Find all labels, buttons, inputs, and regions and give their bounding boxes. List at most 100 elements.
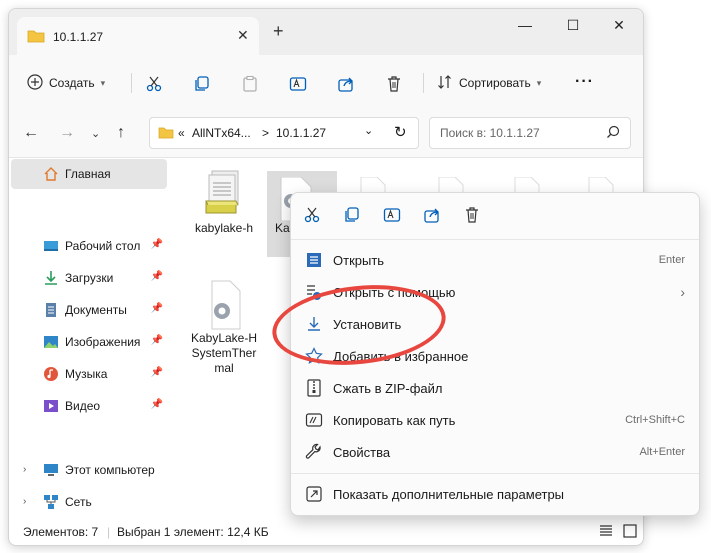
tiles-view-icon[interactable] (623, 524, 637, 541)
cut-icon[interactable] (303, 206, 323, 226)
navigation-pane: Главная Рабочий стол 📌 Загрузки 📌 Докуме… (9, 157, 171, 517)
breadcrumb-overflow[interactable]: « (178, 126, 185, 140)
sidebar-item-label: Видео (65, 399, 101, 413)
sidebar-item-this-pc[interactable]: › Этот компьютер (11, 455, 167, 485)
pin-icon[interactable]: 📌 (151, 271, 163, 282)
desktop-icon (43, 238, 59, 254)
rename-icon[interactable] (383, 206, 403, 226)
share-icon[interactable] (423, 206, 443, 226)
address-bar[interactable]: « AllNTx64... > 10.1.1.27 ⌄ ↻ (149, 117, 419, 149)
status-divider: | (107, 525, 111, 539)
sidebar-item-home[interactable]: Главная (11, 159, 167, 189)
sidebar-item-videos[interactable]: Видео 📌 (11, 391, 167, 421)
cut-icon[interactable] (145, 75, 163, 96)
sidebar-item-pictures[interactable]: Изображения 📌 (11, 327, 167, 357)
search-icon[interactable] (606, 125, 620, 142)
tab-title: 10.1.1.27 (53, 30, 104, 44)
menu-item-label: Открыть (333, 252, 385, 268)
toolbar-divider (423, 73, 424, 93)
document-icon (43, 302, 59, 318)
sidebar-item-label: Рабочий стол (65, 239, 141, 253)
details-view-icon[interactable] (599, 525, 613, 540)
setup-information-icon (200, 167, 248, 221)
context-menu-quick-actions (291, 193, 699, 240)
create-button[interactable]: Создать ▾ (27, 70, 105, 96)
rename-icon[interactable] (289, 75, 307, 96)
sort-label: Сортировать (459, 76, 531, 90)
sidebar-item-label: Загрузки (65, 271, 114, 285)
address-history-chevron-icon[interactable]: ⌄ (364, 124, 373, 137)
breadcrumb-segment[interactable]: AllNTx64... (192, 126, 251, 140)
expand-chevron-icon[interactable]: › (23, 496, 26, 507)
expand-chevron-icon[interactable]: › (23, 464, 26, 475)
share-icon[interactable] (337, 75, 355, 96)
menu-item-open[interactable]: Открыть Enter (291, 244, 699, 276)
pin-icon[interactable]: 📌 (151, 303, 163, 314)
open-icon (305, 251, 323, 269)
file-item[interactable]: kabylake-h (189, 167, 259, 236)
zip-icon (305, 379, 323, 397)
title-bar: 10.1.1.27 ✕ + — ☐ ✕ (9, 9, 643, 55)
wrench-icon (305, 443, 323, 461)
menu-item-properties[interactable]: Свойства Alt+Enter (291, 436, 699, 468)
menu-item-show-more-options[interactable]: Показать дополнительные параметры (291, 478, 699, 510)
tab-current-folder[interactable]: 10.1.1.27 ✕ (17, 17, 259, 55)
copy-icon[interactable] (343, 206, 363, 226)
pin-icon[interactable]: 📌 (151, 335, 163, 346)
menu-item-copy-as-path[interactable]: Копировать как путь Ctrl+Shift+C (291, 404, 699, 436)
chevron-down-icon: ▾ (100, 77, 106, 88)
sidebar-item-label: Музыка (65, 367, 108, 381)
close-window-button[interactable]: ✕ (599, 17, 639, 34)
computer-icon (43, 462, 59, 478)
forward-arrow-icon[interactable]: → (59, 124, 75, 142)
shortcut-label: Alt+Enter (639, 446, 685, 458)
sidebar-item-network[interactable]: › Сеть (11, 487, 167, 517)
sidebar-item-desktop[interactable]: Рабочий стол 📌 (11, 231, 167, 261)
sidebar-item-downloads[interactable]: Загрузки 📌 (11, 263, 167, 293)
delete-icon[interactable] (385, 75, 403, 96)
folder-icon (27, 29, 45, 46)
file-item[interactable]: KabyLake-HSystemThermal (189, 279, 259, 376)
delete-icon[interactable] (463, 206, 483, 226)
search-input[interactable]: Поиск в: 10.1.1.27 (440, 126, 540, 140)
music-icon (43, 366, 59, 382)
picture-icon (43, 334, 59, 350)
minimize-button[interactable]: — (505, 17, 545, 33)
menu-item-compress-zip[interactable]: Сжать в ZIP-файл (291, 372, 699, 404)
submenu-chevron-icon: › (680, 284, 685, 300)
download-icon (43, 270, 59, 286)
copy-icon[interactable] (193, 75, 211, 96)
copy-path-icon (305, 411, 323, 429)
menu-item-label: Показать дополнительные параметры (333, 486, 565, 502)
menu-item-label: Сжать в ZIP-файл (333, 380, 443, 396)
close-tab-icon[interactable]: ✕ (237, 27, 249, 44)
more-options-button[interactable]: ··· (575, 73, 594, 91)
breadcrumb-segment[interactable]: 10.1.1.27 (276, 126, 326, 140)
pin-icon[interactable]: 📌 (151, 239, 163, 250)
video-icon (43, 398, 59, 414)
up-arrow-icon[interactable]: ↑ (117, 124, 125, 142)
sidebar-item-documents[interactable]: Документы 📌 (11, 295, 167, 325)
new-tab-button[interactable]: + (273, 21, 284, 42)
sort-icon (437, 74, 453, 93)
more-options-icon (305, 485, 323, 503)
network-icon (43, 494, 59, 510)
maximize-button[interactable]: ☐ (553, 17, 593, 34)
sidebar-item-label: Изображения (65, 335, 141, 349)
pin-icon[interactable]: 📌 (151, 367, 163, 378)
selection-info: Выбран 1 элемент: 12,4 КБ (117, 525, 269, 539)
refresh-icon[interactable]: ↻ (394, 123, 407, 141)
sidebar-item-label: Документы (65, 303, 127, 317)
sort-button[interactable]: Сортировать ▾ (437, 70, 541, 96)
command-bar: Создать ▾ Сортировать ▾ ··· (9, 55, 643, 112)
sidebar-item-music[interactable]: Музыка 📌 (11, 359, 167, 389)
item-count: Элементов: 7 (23, 525, 99, 539)
paste-icon[interactable] (241, 75, 259, 96)
folder-icon (158, 126, 174, 142)
pin-icon[interactable]: 📌 (151, 399, 163, 410)
search-box[interactable]: Поиск в: 10.1.1.27 (429, 117, 631, 149)
file-name: kabylake-h (194, 221, 254, 235)
recent-chevron-icon[interactable]: ⌄ (91, 127, 100, 140)
chevron-down-icon: ▾ (536, 77, 542, 88)
back-arrow-icon[interactable]: ← (23, 124, 39, 142)
